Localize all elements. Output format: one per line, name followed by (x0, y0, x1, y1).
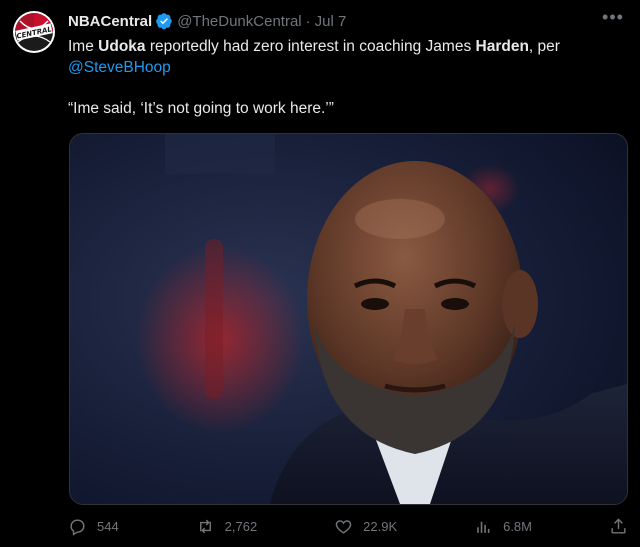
share-icon (611, 517, 626, 534)
like-button[interactable]: 22.9K (334, 517, 397, 536)
separator-dot: · (305, 12, 311, 30)
like-icon (335, 519, 352, 534)
reply-count: 544 (97, 518, 119, 534)
views-button[interactable]: 6.8M (474, 517, 532, 536)
tweet-text-part: , per (528, 38, 560, 55)
tweet-text-bold: Harden (475, 38, 529, 55)
tweet-text-part: Ime (68, 38, 99, 55)
more-icon[interactable]: ••• (600, 8, 626, 28)
verified-badge-icon (156, 13, 173, 30)
mention-link[interactable]: @SteveBHoop (68, 57, 171, 78)
avatar[interactable]: CENTRAL (10, 8, 58, 56)
tweet-text-part: reportedly had zero interest in coaching… (145, 38, 476, 55)
reply-button[interactable]: 544 (68, 517, 119, 536)
views-icon (477, 521, 490, 533)
share-button[interactable] (609, 517, 628, 536)
tweet[interactable]: CENTRAL NBACentral @TheDunkCentral · Jul… (0, 0, 640, 547)
reply-icon (70, 518, 85, 536)
tweet-header: NBACentral @TheDunkCentral · Jul 7 (68, 10, 346, 32)
media-photo (70, 134, 627, 504)
tweet-text-bold: Udoka (98, 38, 146, 55)
avatar-logo: CENTRAL (13, 11, 55, 53)
tweet-quote: “Ime said, ‘It’s not going to work here.… (68, 100, 334, 117)
retweet-button[interactable]: 2,762 (196, 517, 258, 536)
tweet-text: Ime Udoka reportedly had zero interest i… (68, 36, 624, 78)
retweet-count: 2,762 (224, 518, 258, 534)
timestamp[interactable]: Jul 7 (315, 13, 347, 30)
like-count: 22.9K (363, 518, 398, 534)
views-count: 6.8M (503, 518, 532, 534)
tweet-media[interactable] (69, 133, 628, 505)
retweet-icon (199, 519, 211, 533)
display-name[interactable]: NBACentral (68, 13, 152, 30)
action-bar: 544 2,762 22.9K 6.8M (68, 512, 628, 540)
handle[interactable]: @TheDunkCentral (177, 13, 301, 30)
